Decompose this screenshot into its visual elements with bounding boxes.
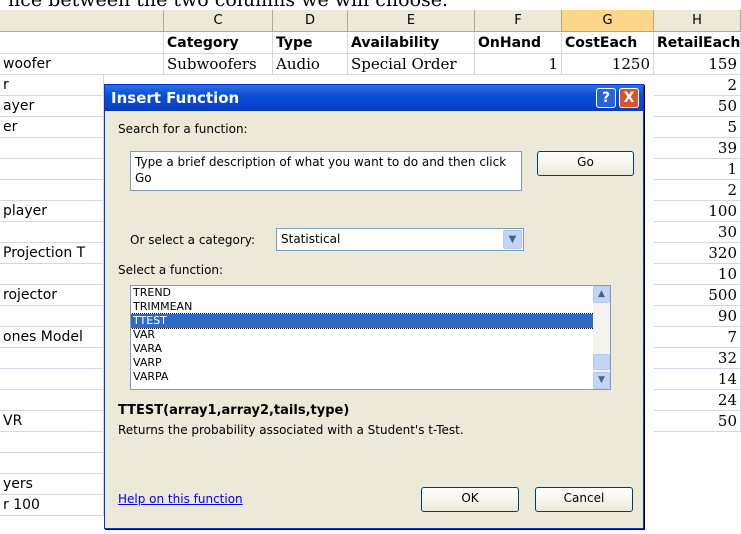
cell-c-1[interactable]: Subwoofers (164, 54, 273, 75)
insert-function-dialog: Insert Function ? X Search for a functio… (104, 84, 644, 529)
column-header-b[interactable] (0, 10, 164, 32)
list-item-trimmean[interactable]: TRIMMEAN (131, 300, 610, 314)
cell-h-12[interactable]: 500 (654, 285, 741, 306)
cell-b-22[interactable]: r 100 (0, 495, 104, 516)
cell-b-5[interactable] (0, 138, 104, 159)
close-icon[interactable]: X (619, 88, 639, 108)
cell-b-12[interactable]: rojector (0, 285, 104, 306)
cell-b-1[interactable]: woofer (0, 54, 164, 75)
header-onhand[interactable]: OnHand (475, 33, 562, 54)
list-item-var[interactable]: VAR (131, 328, 610, 342)
cell-h-8[interactable]: 100 (654, 201, 741, 222)
list-item-varpa[interactable]: VARPA (131, 370, 610, 384)
scroll-up-icon[interactable]: ▲ (593, 286, 610, 303)
cell-b-17[interactable] (0, 390, 104, 411)
cell-h-16[interactable]: 14 (654, 369, 741, 390)
go-button[interactable]: Go (537, 151, 634, 176)
cell-e-1[interactable]: Special Order (348, 54, 475, 75)
function-description: Returns the probability associated with … (118, 423, 464, 437)
cell-b-6[interactable] (0, 159, 104, 180)
cell-h-1[interactable]: 159 (654, 54, 741, 75)
cell-b-13[interactable] (0, 306, 104, 327)
cell-h-13[interactable]: 90 (654, 306, 741, 327)
dialog-title: Insert Function (111, 89, 240, 107)
page-caption: nce between the two columns we will choo… (0, 0, 741, 10)
category-label: Or select a category: (130, 233, 256, 247)
cell-b-8[interactable]: player (0, 201, 104, 222)
cell-b-3[interactable]: ayer (0, 96, 104, 117)
cell-b-15[interactable] (0, 348, 104, 369)
function-list[interactable]: TREND TRIMMEAN TTEST VAR VARA VARP VARPA… (130, 285, 611, 390)
column-header-e[interactable]: E (348, 10, 475, 32)
header-availability[interactable]: Availability (348, 33, 475, 54)
header-type[interactable]: Type (273, 33, 348, 54)
cell-h-11[interactable]: 10 (654, 264, 741, 285)
scroll-down-icon[interactable]: ▼ (593, 372, 610, 389)
column-header-g[interactable]: G (562, 10, 654, 32)
cell-h-2[interactable]: 2 (654, 75, 741, 96)
cell-b-2[interactable]: r (0, 75, 104, 96)
chevron-down-icon[interactable]: ▼ (503, 230, 522, 249)
list-item-varp[interactable]: VARP (131, 356, 610, 370)
header-costeach[interactable]: CostEach (562, 33, 654, 54)
help-icon[interactable]: ? (596, 88, 616, 108)
cell-b-header[interactable] (0, 33, 164, 54)
cell-b-7[interactable] (0, 180, 104, 201)
cell-h-15[interactable]: 32 (654, 348, 741, 369)
cell-h-10[interactable]: 320 (654, 243, 741, 264)
dialog-titlebar[interactable]: Insert Function ? X (105, 85, 643, 111)
scroll-thumb[interactable] (593, 354, 610, 370)
select-function-label: Select a function: (118, 263, 224, 277)
cell-h-14[interactable]: 7 (654, 327, 741, 348)
cell-h-6[interactable]: 1 (654, 159, 741, 180)
search-input[interactable]: Type a brief description of what you wan… (130, 151, 522, 191)
header-category[interactable]: Category (164, 33, 273, 54)
cell-h-4[interactable]: 5 (654, 117, 741, 138)
cell-h-18[interactable]: 50 (654, 411, 741, 432)
cell-b-10[interactable]: Projection T (0, 243, 104, 264)
list-item-ttest[interactable]: TTEST (131, 313, 610, 329)
cell-f-1[interactable]: 1 (475, 54, 562, 75)
ok-button[interactable]: OK (421, 487, 519, 512)
list-item-vara[interactable]: VARA (131, 342, 610, 356)
cell-b-20[interactable] (0, 453, 104, 474)
cell-b-21[interactable]: yers (0, 474, 104, 495)
cell-b-14[interactable]: ones Model (0, 327, 104, 348)
cell-b-18[interactable]: VR (0, 411, 104, 432)
search-label: Search for a function: (118, 122, 248, 136)
column-header-f[interactable]: F (475, 10, 562, 32)
column-header-h[interactable]: H (654, 10, 741, 32)
function-signature: TTEST(array1,array2,tails,type) (118, 403, 350, 418)
cell-h-5[interactable]: 39 (654, 138, 741, 159)
cell-b-19[interactable] (0, 432, 104, 453)
column-header-d[interactable]: D (273, 10, 348, 32)
cancel-button[interactable]: Cancel (535, 487, 633, 512)
list-item-trend[interactable]: TREND (131, 286, 610, 300)
cell-d-1[interactable]: Audio (273, 54, 348, 75)
category-select[interactable]: Statistical ▼ (276, 228, 524, 251)
cell-b-4[interactable]: er (0, 117, 104, 138)
cell-h-3[interactable]: 50 (654, 96, 741, 117)
list-scrollbar[interactable]: ▲ ▼ (593, 286, 610, 389)
cell-b-9[interactable] (0, 222, 104, 243)
cell-h-17[interactable]: 24 (654, 390, 741, 411)
cell-b-11[interactable] (0, 264, 104, 285)
column-header-c[interactable]: C (164, 10, 273, 32)
cell-b-16[interactable] (0, 369, 104, 390)
header-retaileach[interactable]: RetailEach (654, 33, 741, 54)
help-link[interactable]: Help on this function (118, 492, 243, 506)
cell-h-9[interactable]: 30 (654, 222, 741, 243)
category-value: Statistical (281, 232, 341, 246)
cell-h-7[interactable]: 2 (654, 180, 741, 201)
cell-g-1[interactable]: 1250 (562, 54, 654, 75)
